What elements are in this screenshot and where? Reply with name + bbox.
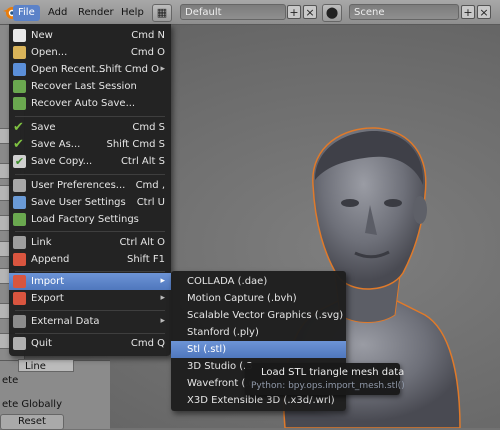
menu-item-external-data[interactable]: External Data ▸ — [9, 313, 171, 330]
info-header: File Add Render Help ▦ Default + × ⬤ Sce… — [0, 0, 500, 25]
menu-item-new[interactable]: New Cmd N — [9, 27, 171, 44]
delete-label[interactable]: ete — [2, 375, 18, 386]
menu-item-shortcut: Shift F1 — [126, 254, 165, 265]
menu-item-load-factory-settings[interactable]: Load Factory Settings — [9, 211, 171, 228]
delete-globally-label[interactable]: ete Globally — [2, 399, 62, 410]
menu-item-label: Append — [31, 254, 70, 265]
menu-item-label: Quit — [31, 338, 52, 349]
quit-icon — [13, 337, 26, 350]
preferences-icon — [13, 179, 26, 192]
tooltip-python: Python: bpy.ops.import_mesh.stl() — [251, 381, 405, 391]
menu-file[interactable]: File — [13, 5, 40, 21]
menu-item-open-recent[interactable]: Open Recent... Shift Cmd O ▸ — [9, 61, 171, 78]
menu-item-label: Save As... — [31, 139, 81, 150]
export-icon — [13, 292, 26, 305]
append-icon — [13, 253, 26, 266]
import-stanford[interactable]: Stanford (.ply) — [171, 324, 346, 341]
menu-item-label: Recover Auto Save... — [31, 98, 136, 109]
menu-item-shortcut: Cmd N — [131, 30, 165, 41]
menu-item-save-as[interactable]: ✔ Save As... Shift Cmd S — [9, 136, 171, 153]
menu-render[interactable]: Render — [73, 5, 119, 21]
tooltip: Load STL triangle mesh data Python: bpy.… — [245, 363, 405, 395]
scene-field[interactable]: Scene — [349, 4, 459, 20]
menu-item-shortcut: Cmd S — [132, 122, 165, 133]
menu-item-export[interactable]: Export ▸ — [9, 290, 171, 307]
add-screen-button[interactable]: + — [287, 5, 301, 19]
import-svg[interactable]: Scalable Vector Graphics (.svg) — [171, 307, 346, 324]
menu-item-recover-last-session[interactable]: Recover Last Session — [9, 78, 171, 95]
new-file-icon — [13, 29, 26, 42]
menu-item-label: Link — [31, 237, 52, 248]
screen-layout-field[interactable]: Default — [180, 4, 286, 20]
line-button[interactable]: Line — [18, 359, 74, 372]
folder-open-icon — [13, 46, 26, 59]
menu-item-label: Save — [31, 122, 56, 133]
menu-item-label: Load Factory Settings — [31, 214, 139, 225]
submenu-arrow-icon: ▸ — [160, 64, 165, 74]
menu-item-quit[interactable]: Quit Cmd Q — [9, 335, 171, 352]
menu-item-open[interactable]: Open... Cmd O — [9, 44, 171, 61]
reset-label: Reset — [18, 416, 46, 427]
check-icon: ✔ — [13, 120, 24, 135]
menu-item-label: Open... — [31, 47, 68, 58]
menu-item-label: New — [31, 30, 53, 41]
menu-item-user-preferences[interactable]: User Preferences... Cmd , — [9, 177, 171, 194]
screen-layout-icon[interactable]: ▦ — [152, 4, 172, 22]
menu-item-import[interactable]: Import ▸ — [9, 273, 171, 290]
menu-item-append[interactable]: Append Shift F1 — [9, 251, 171, 268]
delete-screen-button[interactable]: × — [303, 5, 317, 19]
import-motion-capture[interactable]: Motion Capture (.bvh) — [171, 290, 346, 307]
menu-separator — [15, 231, 165, 232]
submenu-arrow-icon: ▸ — [160, 316, 165, 326]
submenu-arrow-icon: ▸ — [160, 293, 165, 303]
menu-item-label: Open Recent... — [31, 64, 105, 75]
recover-icon — [13, 80, 26, 93]
menu-item-save[interactable]: ✔ Save Cmd S — [9, 119, 171, 136]
menu-item-shortcut: Cmd , — [135, 180, 165, 191]
scene-icon[interactable]: ⬤ — [322, 4, 342, 22]
menu-item-shortcut: Cmd Q — [130, 338, 165, 349]
save-copy-icon: ✔ — [13, 155, 26, 168]
check-icon: ✔ — [13, 137, 24, 152]
menu-item-shortcut: Shift Cmd O — [98, 64, 159, 75]
tooltip-title: Load STL triangle mesh data — [261, 367, 405, 378]
menu-item-label: Export — [31, 293, 64, 304]
delete-scene-button[interactable]: × — [477, 5, 491, 19]
external-data-icon — [13, 315, 26, 328]
menu-item-label: Recover Last Session — [31, 81, 137, 92]
menu-item-label: Save User Settings — [31, 197, 126, 208]
import-icon — [13, 275, 26, 288]
recent-icon — [13, 63, 26, 76]
recover-auto-icon — [13, 97, 26, 110]
menu-item-shortcut: Ctrl Alt S — [120, 156, 165, 167]
menu-add[interactable]: Add — [43, 5, 72, 21]
menu-item-label: User Preferences... — [31, 180, 126, 191]
file-menu: New Cmd N Open... Cmd O Open Recent... S… — [9, 24, 171, 356]
menu-separator — [15, 116, 165, 117]
link-icon — [13, 236, 26, 249]
menu-item-save-copy[interactable]: ✔ Save Copy... Ctrl Alt S — [9, 153, 171, 170]
menu-item-label: External Data — [31, 316, 100, 327]
menu-help[interactable]: Help — [116, 5, 149, 21]
menu-item-shortcut: Ctrl Alt O — [119, 237, 165, 248]
menu-item-recover-auto-save[interactable]: Recover Auto Save... — [9, 95, 171, 112]
menu-item-shortcut: Ctrl U — [136, 197, 165, 208]
menu-item-shortcut: Cmd O — [130, 47, 165, 58]
menu-separator — [15, 271, 165, 272]
menu-separator — [15, 174, 165, 175]
import-stl[interactable]: Stl (.stl) — [171, 341, 346, 358]
menu-separator — [15, 333, 165, 334]
menu-item-save-user-settings[interactable]: Save User Settings Ctrl U — [9, 194, 171, 211]
menu-item-link[interactable]: Link Ctrl Alt O — [9, 234, 171, 251]
factory-icon — [13, 213, 26, 226]
save-settings-icon — [13, 196, 26, 209]
menu-item-shortcut: Shift Cmd S — [106, 139, 165, 150]
import-collada[interactable]: COLLADA (.dae) — [171, 273, 346, 290]
submenu-arrow-icon: ▸ — [160, 276, 165, 286]
menu-item-label: Save Copy... — [31, 156, 93, 167]
menu-separator — [15, 310, 165, 311]
menu-item-label: Import — [31, 276, 65, 287]
add-scene-button[interactable]: + — [461, 5, 475, 19]
